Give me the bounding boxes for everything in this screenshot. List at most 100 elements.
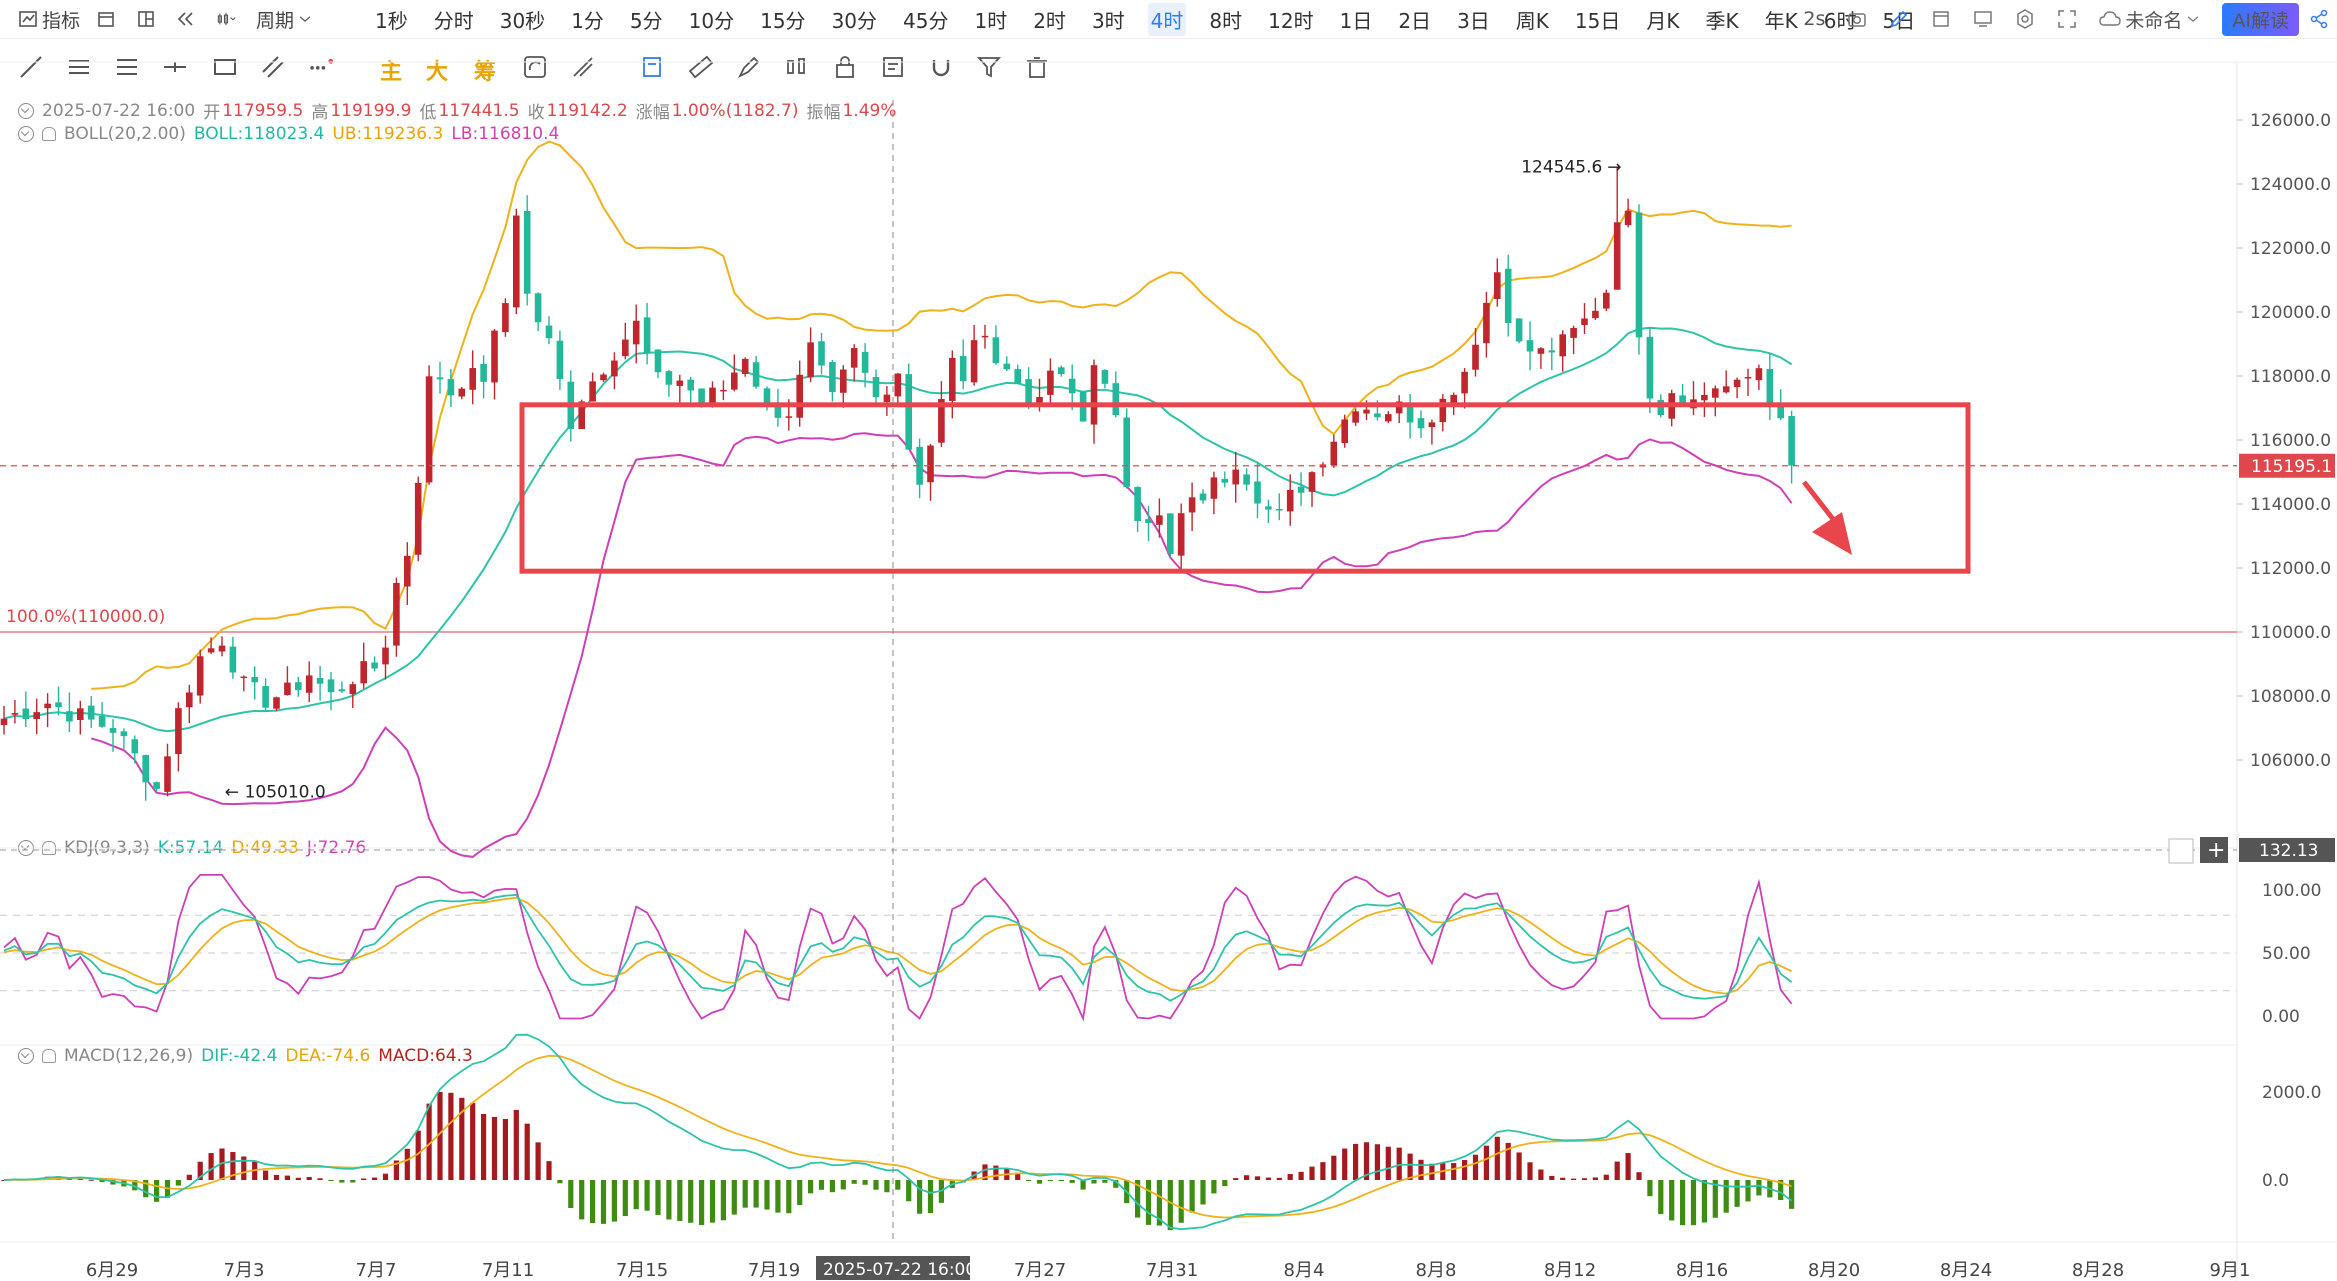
candle [1232, 451, 1239, 503]
candlestick-chart[interactable]: 100.0%(110000.0) 124545.6 → ← 105010.0 100.… [0, 0, 2337, 1281]
candle-body [959, 356, 967, 382]
macd-bar [306, 1176, 312, 1180]
candle [981, 324, 989, 349]
candle-body [850, 348, 858, 368]
candle [1003, 356, 1011, 372]
candle-body [175, 708, 182, 755]
candle-body [665, 371, 673, 385]
macd-bar [470, 1102, 476, 1180]
macd-bar [1287, 1174, 1293, 1180]
candle [676, 374, 684, 405]
macd-bar [382, 1173, 389, 1180]
min-arrow: ← [225, 783, 239, 803]
candle-body [447, 379, 455, 396]
candle [741, 357, 749, 377]
candle [0, 705, 8, 735]
macd-bar [328, 1180, 334, 1181]
candle [164, 743, 171, 797]
candle-body [720, 389, 727, 392]
candle-body [1526, 340, 1534, 352]
macd-bar [1745, 1180, 1751, 1202]
candle-body [611, 360, 618, 377]
candle-body [1755, 368, 1763, 381]
candle [1112, 371, 1120, 418]
price-tick-label-4: 118000.0 [2250, 367, 2331, 387]
candle [425, 365, 433, 485]
candle-body [1297, 486, 1305, 493]
macd-bar [927, 1180, 934, 1214]
kdj-expand-button [2168, 838, 2194, 864]
candle [316, 665, 324, 701]
macd-bar [1483, 1145, 1489, 1180]
candle-body [763, 388, 771, 403]
candle [436, 361, 444, 394]
candle-body [164, 756, 171, 792]
candle [1668, 389, 1675, 427]
candle-body [251, 676, 258, 683]
macd-bar [1254, 1176, 1261, 1180]
candle-body [1613, 222, 1621, 290]
candle-body [240, 676, 248, 679]
candle [1722, 370, 1730, 394]
candle [970, 324, 978, 386]
macd-bar [502, 1118, 508, 1180]
candle [502, 298, 509, 337]
candle-body [807, 342, 814, 378]
macd-bar [1189, 1180, 1195, 1213]
macd-bar [1276, 1177, 1282, 1180]
macd-bar [1571, 1178, 1577, 1180]
max-arrow: → [1607, 158, 1621, 178]
candle-body [654, 349, 662, 373]
candle-body [109, 728, 117, 733]
candle-body [752, 362, 760, 387]
macd-bar [600, 1180, 607, 1224]
candle-body [927, 445, 934, 483]
candle-body [33, 712, 40, 720]
macd-bar [742, 1180, 748, 1208]
candle [251, 666, 258, 700]
date-tick-label-1: 7月3 [224, 1260, 265, 1281]
candle [1156, 498, 1163, 538]
candle [1646, 326, 1654, 414]
candle [1341, 414, 1348, 448]
candle [622, 322, 629, 360]
macd-bar [513, 1109, 519, 1180]
candle [850, 344, 858, 382]
kdj-k-line [3, 893, 1793, 1002]
candle [1167, 513, 1174, 557]
macd-bar [295, 1177, 301, 1180]
candle [556, 330, 564, 390]
candle-body [295, 682, 302, 691]
macd-bar [1472, 1154, 1479, 1180]
candle-body [469, 368, 476, 390]
candle [1755, 364, 1763, 390]
candle [1123, 408, 1130, 489]
price-tick-label-5: 116000.0 [2250, 431, 2331, 451]
candle-body [1515, 318, 1523, 342]
candle [818, 332, 825, 375]
candle-body [1592, 310, 1599, 319]
candle-body [513, 215, 520, 308]
candle [1603, 289, 1610, 312]
candle [11, 700, 19, 724]
macd-bar [1407, 1153, 1413, 1180]
candle [1788, 410, 1795, 484]
candle-body [1559, 334, 1566, 357]
candle-body [77, 708, 84, 720]
candle [120, 728, 128, 750]
candle [1199, 489, 1207, 504]
candle [338, 681, 346, 693]
candle [1395, 395, 1403, 424]
candle-body [556, 340, 564, 379]
candle-body [731, 372, 738, 390]
macd-bar [851, 1180, 857, 1184]
candle [1712, 385, 1719, 417]
candle [916, 438, 923, 499]
macd-bar [1429, 1163, 1435, 1180]
macd-dif-line [3, 1033, 1793, 1231]
candle-body [1090, 365, 1098, 425]
highlight-box [519, 402, 1971, 574]
macd-bar [1549, 1175, 1555, 1180]
candle-body [1003, 363, 1011, 370]
macd-bar [1036, 1180, 1043, 1184]
